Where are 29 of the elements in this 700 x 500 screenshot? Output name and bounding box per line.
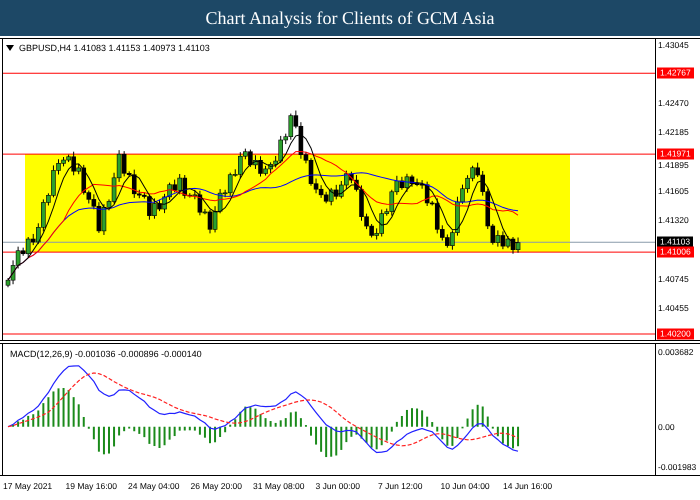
price-tick-label: 1.41320 [658,215,689,226]
price-tag: 1.42767 [657,68,694,79]
page-title: Chart Analysis for Clients of GCM Asia [206,8,494,28]
macd-tick-label: -0.001983 [658,462,696,472]
price-tick-label: 1.43045 [658,40,689,50]
time-label: 19 May 16:00 [66,481,118,491]
macd-info: MACD(12,26,9) -0.001036 -0.000896 -0.000140 [8,349,204,359]
dropdown-icon[interactable] [6,45,14,51]
price-tick-label: 1.42470 [658,98,689,108]
time-label: 31 May 08:00 [253,481,305,491]
price-tick-label: 1.41895 [658,160,689,170]
price-tick-label: 1.42185 [658,127,689,138]
time-label: 7 Jun 12:00 [378,481,422,491]
price-tag: 1.40200 [657,328,694,340]
price-tag: 1.41971 [657,148,694,160]
price-tag: 1.41103 [657,236,694,248]
price-tag: 1.41006 [657,246,694,258]
macd-tick-label: 0.003682 [658,347,694,357]
time-label: 14 Jun 16:00 [503,481,552,491]
time-label: 10 Jun 04:00 [440,481,490,491]
price-tick-label: 1.40455 [658,303,689,314]
price-tick-label: 1.40745 [658,274,689,284]
time-label: 24 May 04:00 [128,481,180,491]
time-label: 26 May 20:00 [190,481,242,491]
price-tick-label: 1.41605 [658,186,689,196]
time-label: 3 Jun 00:00 [316,481,360,491]
time-label: 17 May 2021 [3,481,52,491]
macd-tick-label: 0.00 [658,422,675,432]
chart-info: GBPUSD,H4 1.41083 1.41153 1.40973 1.41103 [19,43,210,53]
